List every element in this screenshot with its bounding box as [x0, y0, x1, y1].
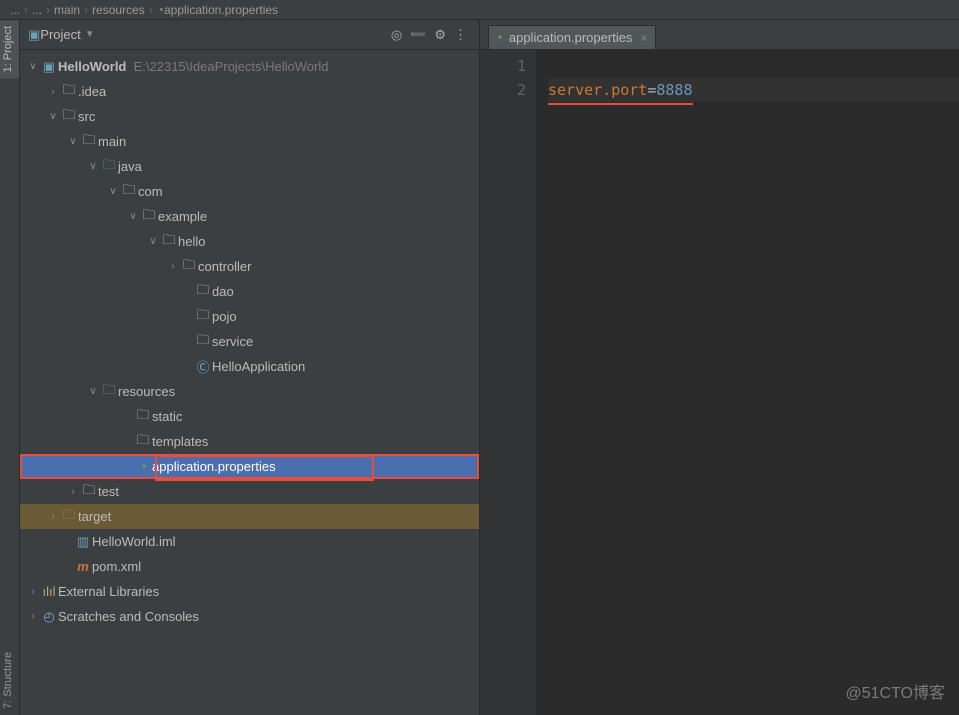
project-panel: ▣ Project ▼ ◎ ➖ ⚙ ⋮ ∨▣HelloWorld E:\2231…: [20, 20, 480, 715]
editor-area: ◔ application.properties × 1 2 server.po…: [480, 20, 959, 715]
editor-tab-app-properties[interactable]: ◔ application.properties ×: [488, 25, 656, 49]
project-icon: ▣: [28, 27, 40, 43]
tree-dao[interactable]: 🗀dao: [20, 279, 479, 304]
tree-templates[interactable]: 🗀templates: [20, 429, 479, 454]
tree-idea[interactable]: ›🗀.idea: [20, 79, 479, 104]
resources-icon: 🗀: [100, 381, 118, 403]
watermark: @51CTO博客: [845, 679, 945, 703]
folder-icon: 🗀: [134, 406, 152, 428]
tree-hello[interactable]: ∨🗀hello: [20, 229, 479, 254]
more-icon[interactable]: ⋮: [454, 27, 467, 43]
code-editor[interactable]: 1 2 server.port=8888: [480, 50, 959, 715]
tree-src[interactable]: ∨🗀src: [20, 104, 479, 129]
tree-iml[interactable]: ▥HelloWorld.iml: [20, 529, 479, 554]
tree-app-properties[interactable]: ◔application.properties: [20, 454, 479, 479]
tree-helloapp[interactable]: ⒸHelloApplication: [20, 354, 479, 379]
scratch-icon: ◴: [40, 609, 58, 625]
locate-icon[interactable]: ◎: [391, 27, 402, 43]
crumb-resources[interactable]: resources: [92, 3, 145, 17]
package-icon: 🗀: [180, 256, 198, 278]
editor-tabs: ◔ application.properties ×: [480, 20, 959, 50]
tree-example[interactable]: ∨🗀example: [20, 204, 479, 229]
tree-resources[interactable]: ∨🗀resources: [20, 379, 479, 404]
tree-pom[interactable]: mpom.xml: [20, 554, 479, 579]
tree-target[interactable]: ›🗀target: [20, 504, 479, 529]
tree-scratches[interactable]: ›◴Scratches and Consoles: [20, 604, 479, 629]
project-tree: ∨▣HelloWorld E:\22315\IdeaProjects\Hello…: [20, 50, 479, 715]
folder-icon: 🗀: [60, 81, 78, 103]
folder-icon: 🗀: [80, 131, 98, 153]
left-tab-strip: 1: Project 7: Structure: [0, 20, 20, 715]
settings-icon[interactable]: ⚙: [434, 27, 446, 43]
folder-icon: 🗀: [80, 481, 98, 503]
project-panel-header: ▣ Project ▼ ◎ ➖ ⚙ ⋮: [20, 20, 479, 50]
tree-static[interactable]: 🗀static: [20, 404, 479, 429]
package-icon: 🗀: [160, 231, 178, 253]
crumb-part[interactable]: ...: [32, 3, 42, 17]
breadcrumb-bar: ...› ...› main› resources› ◔ application…: [0, 0, 959, 20]
crumb-main[interactable]: main: [54, 3, 80, 17]
close-icon[interactable]: ×: [640, 31, 647, 45]
code-text[interactable]: server.port=8888: [536, 50, 959, 715]
tree-controller[interactable]: ›🗀controller: [20, 254, 479, 279]
code-line-2: server.port=8888: [548, 78, 959, 102]
tree-service[interactable]: 🗀service: [20, 329, 479, 354]
folder-icon: 🗀: [60, 106, 78, 128]
package-icon: 🗀: [194, 306, 212, 328]
package-icon: 🗀: [140, 206, 158, 228]
tree-java[interactable]: ∨🗀java: [20, 154, 479, 179]
tree-com[interactable]: ∨🗀com: [20, 179, 479, 204]
crumb-part[interactable]: ...: [10, 3, 20, 17]
tab-structure[interactable]: 7: Structure: [0, 646, 19, 715]
tree-test[interactable]: ›🗀test: [20, 479, 479, 504]
spring-icon: ◔: [134, 459, 152, 474]
module-icon: ▣: [40, 59, 58, 75]
chevron-down-icon[interactable]: ▼: [85, 29, 95, 40]
package-icon: 🗀: [194, 281, 212, 303]
line-number: 1: [480, 54, 526, 78]
line-number: 2: [480, 78, 526, 102]
tree-root[interactable]: ∨▣HelloWorld E:\22315\IdeaProjects\Hello…: [20, 54, 479, 79]
collapse-icon[interactable]: ➖: [410, 27, 426, 43]
tree-pojo[interactable]: 🗀pojo: [20, 304, 479, 329]
tab-label: application.properties: [509, 30, 633, 45]
spring-icon: ◔: [495, 30, 503, 45]
library-icon: ılıl: [40, 584, 58, 599]
target-folder-icon: 🗀: [60, 506, 78, 528]
package-icon: 🗀: [194, 331, 212, 353]
folder-icon: 🗀: [134, 431, 152, 453]
src-folder-icon: 🗀: [100, 156, 118, 178]
maven-icon: m: [74, 559, 92, 574]
tree-external-libs[interactable]: ›ılılExternal Libraries: [20, 579, 479, 604]
project-panel-title[interactable]: Project: [40, 27, 80, 42]
class-icon: Ⓒ: [194, 357, 212, 376]
package-icon: 🗀: [120, 181, 138, 203]
spring-icon: ◔: [157, 3, 164, 17]
code-line-1: [548, 54, 959, 78]
crumb-final[interactable]: application.properties: [164, 3, 278, 17]
gutter: 1 2: [480, 50, 536, 715]
tree-main[interactable]: ∨🗀main: [20, 129, 479, 154]
tab-project[interactable]: 1: Project: [0, 20, 19, 78]
iml-icon: ▥: [74, 534, 92, 550]
